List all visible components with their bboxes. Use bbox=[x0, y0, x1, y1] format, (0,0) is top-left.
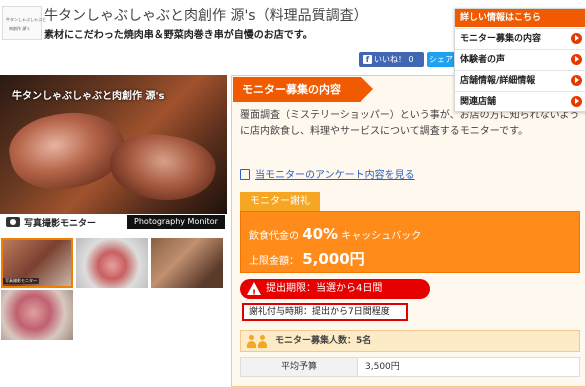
limit-label: 上限金額： bbox=[249, 256, 299, 267]
budget-value: 3,500円 bbox=[365, 362, 400, 372]
info-dropdown-menu: 詳しい情報はこちら モニター募集の内容 体験者の声 店舗情報/詳細情報 関連店舗 bbox=[454, 8, 586, 112]
people-icon bbox=[247, 334, 269, 348]
reward-suffix: キャッシュバック bbox=[341, 231, 422, 242]
photo-bar: 写真撮影モニター Photography Monitor bbox=[0, 214, 227, 231]
main-photo[interactable]: 牛タンしゃぶしゃぶと肉創作 源's bbox=[0, 75, 227, 215]
description: 覆面調査（ミステリーショッパー）という事が、お店の方に知られないように店内飲食し… bbox=[240, 110, 580, 137]
facebook-icon: f bbox=[363, 55, 372, 64]
menu-item-label: モニター募集の内容 bbox=[460, 34, 542, 44]
camera-icon bbox=[6, 217, 20, 227]
menu-header: 詳しい情報はこちら bbox=[455, 9, 585, 27]
page: 牛タンしゃぶしゃぶと 肉創作 源's 牛タンしゃぶしゃぶと肉創作 源's（料理品… bbox=[0, 0, 586, 387]
reward-box: 飲食代金の 40% キャッシュバック 上限金額： 5,000円 bbox=[240, 211, 580, 273]
arrow-right-icon bbox=[571, 75, 582, 86]
budget-row: 平均予算 3,500円 bbox=[240, 357, 580, 377]
thumbnail[interactable] bbox=[151, 238, 223, 288]
photo-caption: 牛タンしゃぶしゃぶと肉創作 源's bbox=[12, 91, 165, 102]
recruit-count-text: モニター募集人数：5名 bbox=[275, 336, 372, 346]
reward-line: 飲食代金の 40% キャッシュバック bbox=[249, 225, 421, 243]
thumbnail-label: 写真撮影モニター bbox=[3, 278, 39, 284]
menu-item-related-stores[interactable]: 関連店舗 bbox=[455, 91, 585, 111]
photography-monitor-badge: Photography Monitor bbox=[127, 215, 225, 229]
page-title: 牛タンしゃぶしゃぶと肉創作 源's（料理品質調査） bbox=[44, 8, 368, 24]
share-button[interactable]: シェア bbox=[427, 52, 457, 67]
menu-item-reviews[interactable]: 体験者の声 bbox=[455, 49, 585, 69]
recruit-count: モニター募集人数：5名 bbox=[240, 330, 580, 352]
menu-item-label: 関連店舗 bbox=[460, 97, 497, 107]
menu-item-label: 店舗情報/詳細情報 bbox=[460, 76, 536, 86]
reward-tab: モニター謝礼 bbox=[240, 192, 320, 211]
arrow-right-icon bbox=[571, 54, 582, 65]
reward-prefix: 飲食代金の bbox=[249, 231, 299, 242]
page-subtitle: 素材にこだわった焼肉串＆野菜肉巻き串が自慢のお店です。 bbox=[44, 30, 313, 41]
logo-line1: 牛タンしゃぶしゃぶと bbox=[6, 17, 46, 22]
thumbnail[interactable]: 写真撮影モニター bbox=[1, 238, 73, 288]
document-icon bbox=[240, 169, 250, 180]
shop-logo[interactable]: 牛タンしゃぶしゃぶと 肉創作 源's bbox=[2, 6, 46, 40]
like-label: いいね！ 0 bbox=[374, 55, 414, 64]
deadline-badge: 提出期限：当選から4日間 bbox=[240, 279, 430, 304]
limit-value: 5,000円 bbox=[302, 250, 365, 268]
menu-item-store-info[interactable]: 店舗情報/詳細情報 bbox=[455, 70, 585, 90]
survey-link[interactable]: 当モニターのアンケート内容を見る bbox=[240, 166, 415, 181]
warning-icon bbox=[247, 282, 261, 304]
deadline-text: 提出期限：当選から4日間 bbox=[266, 283, 383, 294]
thumbnail[interactable] bbox=[76, 238, 148, 288]
thumbnail[interactable] bbox=[1, 290, 73, 340]
photo-bar-label: 写真撮影モニター bbox=[24, 219, 97, 229]
limit-line: 上限金額： 5,000円 bbox=[249, 248, 365, 269]
section-title: モニター募集の内容 bbox=[233, 77, 373, 102]
arrow-right-icon bbox=[571, 33, 582, 44]
arrow-right-icon bbox=[571, 96, 582, 107]
facebook-like-button[interactable]: f いいね！ 0 bbox=[359, 52, 424, 67]
logo-line2: 肉創作 源's bbox=[9, 26, 30, 31]
reward-rate: 40% bbox=[302, 225, 339, 243]
menu-item-label: 体験者の声 bbox=[460, 55, 506, 65]
menu-item-recruitment[interactable]: モニター募集の内容 bbox=[455, 28, 585, 48]
grant-timing: 謝礼付与時期：提出から7日間程度 bbox=[242, 303, 408, 321]
survey-link-label: 当モニターのアンケート内容を見る bbox=[255, 170, 415, 181]
budget-label: 平均予算 bbox=[241, 358, 358, 376]
